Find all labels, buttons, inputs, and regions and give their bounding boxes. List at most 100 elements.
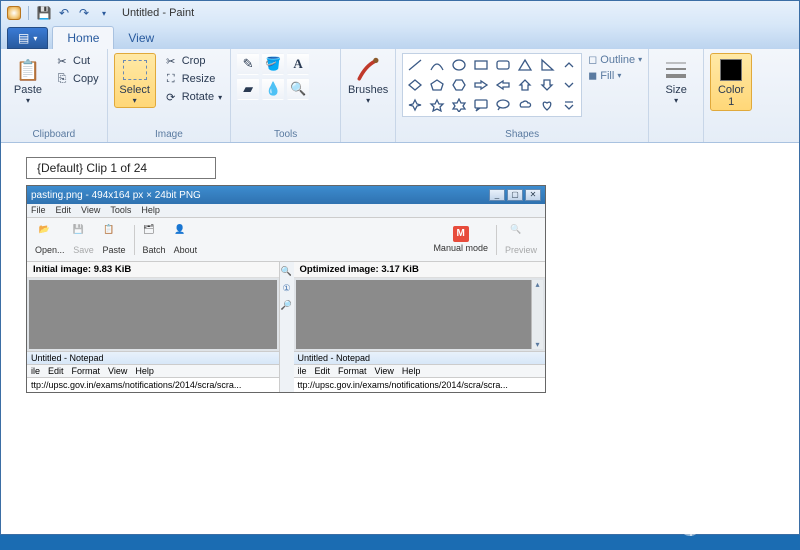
- maximize-icon: ▢: [507, 189, 523, 201]
- shape-oval[interactable]: [449, 56, 469, 74]
- shape-gallery-scroll-down[interactable]: [559, 76, 579, 94]
- chevron-down-icon: ▾: [674, 96, 678, 105]
- paste-icon: 📋: [103, 224, 125, 244]
- shape-roundrect[interactable]: [493, 56, 513, 74]
- crop-label: Crop: [182, 55, 206, 67]
- shape-gallery-more[interactable]: [559, 96, 579, 114]
- brush-icon: [354, 56, 382, 84]
- separator: [134, 225, 135, 255]
- shape-hexagon[interactable]: [449, 76, 469, 94]
- clip-label: {Default} Clip 1 of 24: [26, 157, 216, 179]
- tab-home[interactable]: Home: [52, 26, 114, 49]
- size-button[interactable]: Size ▾: [655, 53, 697, 108]
- shape-arrow-right[interactable]: [471, 76, 491, 94]
- shape-star4[interactable]: [405, 96, 425, 114]
- menu-tools: Tools: [110, 205, 131, 216]
- group-label-image: Image: [114, 127, 224, 140]
- scroll-down-icon: ▾: [535, 340, 539, 349]
- np-menu-format: Format: [72, 366, 101, 376]
- inner-titlebar: pasting.png - 494x164 px × 24bit PNG _ ▢…: [27, 186, 545, 204]
- text-icon: A: [293, 56, 302, 72]
- preview-icon: 🔍: [510, 224, 532, 244]
- shape-pentagon[interactable]: [427, 76, 447, 94]
- np-menu-file: ile: [298, 366, 307, 376]
- left-notepad: Untitled - Notepad ile Edit Format View …: [27, 351, 279, 392]
- shape-heart[interactable]: [537, 96, 557, 114]
- eyedropper-icon: 💧: [265, 81, 281, 97]
- menu-edit: Edit: [56, 205, 72, 216]
- paste-button[interactable]: 📋 Paste ▾: [7, 53, 49, 108]
- shape-arrow-up[interactable]: [515, 76, 535, 94]
- shape-diamond[interactable]: [405, 76, 425, 94]
- np-menu: ile Edit Format View Help: [294, 365, 546, 378]
- group-clipboard: 📋 Paste ▾ ✂Cut ⎘Copy Clipboard: [1, 49, 108, 142]
- size-icon: [662, 56, 690, 84]
- zoom-100-icon: ①: [282, 283, 290, 294]
- save-label: Save: [73, 245, 94, 255]
- shape-triangle[interactable]: [537, 56, 557, 74]
- inner-scrollbar: ▴▾: [531, 280, 543, 349]
- qat-dropdown-icon[interactable]: ▾: [96, 5, 112, 21]
- inner-about-button: 👤About: [174, 224, 198, 255]
- save-icon[interactable]: 💾: [36, 5, 52, 21]
- batch-icon: 🗂: [143, 224, 165, 244]
- quick-access-toolbar: 💾 ↶ ↷ ▾: [7, 5, 112, 21]
- right-info: Optimized image: 3.17 KiB: [294, 262, 546, 278]
- shape-callout-round[interactable]: [493, 96, 513, 114]
- np-menu-help: Help: [402, 366, 421, 376]
- redo-icon[interactable]: ↷: [76, 5, 92, 21]
- shape-star6[interactable]: [449, 96, 469, 114]
- eraser-tool[interactable]: ▰: [237, 78, 259, 100]
- shape-line[interactable]: [405, 56, 425, 74]
- shape-star5[interactable]: [427, 96, 447, 114]
- inner-split: Initial image: 9.83 KiB Untitled - Notep…: [27, 262, 545, 392]
- tab-view[interactable]: View: [114, 27, 168, 49]
- shape-rect[interactable]: [471, 56, 491, 74]
- undo-icon[interactable]: ↶: [56, 5, 72, 21]
- brushes-button[interactable]: Brushes ▾: [347, 53, 389, 108]
- group-size: Size ▾ .: [649, 49, 704, 142]
- picker-tool[interactable]: 💧: [262, 78, 284, 100]
- fill-label: Fill: [600, 70, 614, 82]
- shapes-gallery[interactable]: [402, 53, 582, 117]
- copy-button[interactable]: ⎘Copy: [53, 71, 101, 87]
- chevron-down-icon: ▾: [617, 71, 621, 80]
- right-notepad: Untitled - Notepad ile Edit Format View …: [294, 351, 546, 392]
- shape-gallery-scroll-up[interactable]: [559, 56, 579, 74]
- inner-title: pasting.png - 494x164 px × 24bit PNG: [31, 190, 201, 201]
- group-shapes: ◻Outline ▾ ◼Fill ▾ Shapes: [396, 49, 649, 142]
- shape-arrow-down[interactable]: [537, 76, 557, 94]
- right-thumb: ▴▾: [294, 278, 546, 351]
- pasted-screenshot: pasting.png - 494x164 px × 24bit PNG _ ▢…: [26, 185, 546, 393]
- np-body: ttp://upsc.gov.in/exams/notifications/20…: [27, 378, 279, 392]
- color1-button[interactable]: Color 1: [710, 53, 752, 111]
- outline-button[interactable]: ◻Outline ▾: [588, 53, 642, 66]
- crop-icon: ✂: [164, 54, 178, 68]
- shape-polygon[interactable]: [515, 56, 535, 74]
- fill-button[interactable]: ◼Fill ▾: [588, 69, 642, 82]
- magnifier-tool[interactable]: 🔍: [287, 78, 309, 100]
- crop-button[interactable]: ✂ Crop: [162, 53, 224, 69]
- batch-label: Batch: [143, 245, 166, 255]
- menu-view: View: [81, 205, 100, 216]
- shape-curve[interactable]: [427, 56, 447, 74]
- separator: [496, 225, 497, 255]
- copy-label: Copy: [73, 73, 99, 85]
- np-menu-format: Format: [338, 366, 367, 376]
- fill-tool[interactable]: 🪣: [262, 53, 284, 75]
- select-label: Select: [119, 84, 150, 96]
- rotate-button[interactable]: ⟳Rotate ▾: [162, 89, 224, 105]
- shape-callout[interactable]: [471, 96, 491, 114]
- chevron-down-icon: ▾: [638, 55, 642, 64]
- resize-button[interactable]: ⛶Resize: [162, 71, 224, 87]
- pencil-tool[interactable]: ✎: [237, 53, 259, 75]
- text-tool[interactable]: A: [287, 53, 309, 75]
- ribbon: 📋 Paste ▾ ✂Cut ⎘Copy Clipboard Select ▾: [1, 49, 799, 143]
- shape-arrow-left[interactable]: [493, 76, 513, 94]
- shape-cloud[interactable]: [515, 96, 535, 114]
- file-menu-button[interactable]: ▤▾: [7, 27, 48, 49]
- np-menu-help: Help: [135, 366, 154, 376]
- canvas[interactable]: {Default} Clip 1 of 24 pasting.png - 494…: [2, 143, 798, 533]
- cut-button[interactable]: ✂Cut: [53, 53, 101, 69]
- select-button[interactable]: Select ▾: [114, 53, 156, 108]
